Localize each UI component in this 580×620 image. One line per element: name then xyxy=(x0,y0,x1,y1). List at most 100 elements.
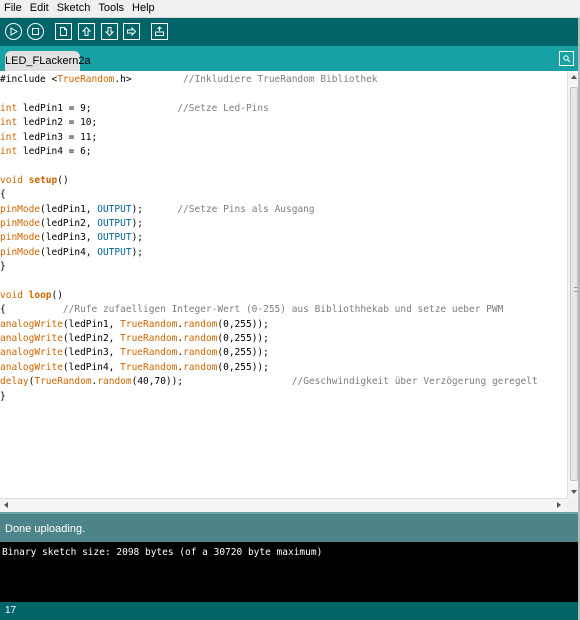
scroll-thumb[interactable] xyxy=(570,87,579,481)
code-token-plain: (ledPin2, xyxy=(62,333,121,345)
scroll-right-icon[interactable] xyxy=(557,502,561,508)
code-line: analogWrite(ledPin4, TrueRandom.random(0… xyxy=(0,361,567,375)
code-token-keyword: void xyxy=(0,174,23,186)
save-arrow-down-icon xyxy=(104,27,115,37)
code-token-keyword: int xyxy=(0,117,18,129)
status-message: Done uploading. xyxy=(5,523,86,535)
code-token-plain: (ledPin4, xyxy=(40,246,98,258)
code-token-plain: ); xyxy=(131,217,144,229)
code-token-plain: } xyxy=(0,261,6,273)
open-arrow-up-icon xyxy=(81,26,92,36)
code-token-keyword: TrueRandom xyxy=(120,361,178,373)
code-token-plain: { xyxy=(0,304,63,316)
footer-bar: 17 xyxy=(0,602,580,620)
new-button[interactable] xyxy=(55,23,72,40)
code-token-keyword: analogWrite xyxy=(0,333,63,345)
code-token-keyword: int xyxy=(0,131,18,143)
code-token-comment: //Rufe zufaelligen Integer-Wert (0-255) … xyxy=(62,304,504,316)
code-token-plain: (ledPin1, xyxy=(62,318,121,330)
horizontal-scrollbar[interactable] xyxy=(0,498,567,512)
console[interactable]: Binary sketch size: 2098 bytes (of a 307… xyxy=(0,542,580,602)
new-file-icon xyxy=(60,27,67,36)
code-line: { //Rufe zufaelligen Integer-Wert (0-255… xyxy=(0,303,567,317)
code-token-plain: (ledPin3, xyxy=(62,347,121,359)
code-token-keyword: int xyxy=(0,145,18,157)
code-line: int ledPin4 = 6; xyxy=(0,145,567,159)
code-line: analogWrite(ledPin1, TrueRandom.random(0… xyxy=(0,318,567,332)
upload-arrow-right-icon xyxy=(127,26,137,37)
code-token-keyword: void xyxy=(0,289,23,301)
code-line: analogWrite(ledPin3, TrueRandom.random(0… xyxy=(0,346,567,360)
stop-icon xyxy=(32,28,39,35)
console-output: Binary sketch size: 2098 bytes (of a 307… xyxy=(2,547,323,558)
code-token-plain: ); xyxy=(131,232,144,244)
code-token-plain: { xyxy=(0,189,6,201)
status-bar: Done uploading. xyxy=(0,512,580,542)
code-editor[interactable]: #include <TrueRandom.h> //Inkludiere Tru… xyxy=(0,71,567,498)
code-token-keyword: random xyxy=(183,318,218,330)
code-token-plain: (ledPin3, xyxy=(40,232,98,244)
verify-button[interactable] xyxy=(5,23,22,40)
menu-tools[interactable]: Tools xyxy=(94,0,128,17)
code-token-keyword: TrueRandom xyxy=(120,333,178,345)
code-token-keyword: delay xyxy=(0,376,29,388)
code-token-comment: //Setze Led-Pins xyxy=(177,102,269,114)
code-token-keyword: random xyxy=(183,347,218,359)
code-token-plain: (ledPin2, xyxy=(40,217,98,229)
menu-edit[interactable]: Edit xyxy=(26,0,53,17)
code-token-keyword: TrueRandom xyxy=(34,376,92,388)
code-token-keyword: analogWrite xyxy=(0,318,63,330)
code-line: int ledPin3 = 11; xyxy=(0,131,567,145)
code-token-keyword: TrueRandom xyxy=(57,74,115,85)
menu-sketch[interactable]: Sketch xyxy=(53,0,95,17)
upload-button[interactable] xyxy=(123,23,140,40)
code-line: pinMode(ledPin1, OUTPUT); //Setze Pins a… xyxy=(0,203,567,217)
code-token-keyword2: loop xyxy=(28,289,52,301)
scroll-up-icon[interactable] xyxy=(571,75,577,79)
code-line: } xyxy=(0,390,567,404)
code-token-plain: (0,255)); xyxy=(217,361,269,373)
line-number: 17 xyxy=(5,605,17,616)
serial-monitor-magnifier-icon xyxy=(563,55,571,63)
stop-button[interactable] xyxy=(27,23,44,40)
code-line: pinMode(ledPin4, OUTPUT); xyxy=(0,246,567,260)
save-button[interactable] xyxy=(101,23,118,40)
code-token-keyword: pinMode xyxy=(0,217,41,229)
serial-monitor-toolbar-button[interactable] xyxy=(151,23,168,40)
menu-help[interactable]: Help xyxy=(128,0,159,17)
code-line: } xyxy=(0,260,567,274)
code-token-keyword: pinMode xyxy=(0,246,41,258)
code-token-constant: OUTPUT xyxy=(97,246,132,258)
code-line: void setup() xyxy=(0,174,567,188)
code-token-plain: ); xyxy=(131,203,178,215)
scroll-left-icon[interactable] xyxy=(4,502,8,508)
code-token-plain: (0,255)); xyxy=(217,347,269,359)
code-line: int ledPin2 = 10; xyxy=(0,116,567,130)
code-token-plain: (ledPin1, xyxy=(40,203,98,215)
code-token-keyword: pinMode xyxy=(0,203,41,215)
serial-monitor-icon xyxy=(155,26,164,36)
code-token-plain: (ledPin4, xyxy=(62,361,121,373)
code-line: analogWrite(ledPin2, TrueRandom.random(0… xyxy=(0,332,567,346)
code-token-plain: () xyxy=(51,289,63,301)
code-line: pinMode(ledPin2, OUTPUT); xyxy=(0,217,567,231)
serial-monitor-button[interactable] xyxy=(559,51,574,66)
code-token-plain: ledPin1 = 9; xyxy=(17,102,178,114)
code-token-plain: (0,255)); xyxy=(217,333,269,345)
code-line: #include <TrueRandom.h> //Inkludiere Tru… xyxy=(0,73,567,87)
code-token-keyword: int xyxy=(0,102,18,114)
code-token-plain: ledPin4 = 6; xyxy=(17,145,92,157)
code-token-constant: OUTPUT xyxy=(97,217,132,229)
open-button[interactable] xyxy=(78,23,95,40)
code-text: #include <TrueRandom.h> //Inkludiere Tru… xyxy=(0,71,567,404)
menu-file[interactable]: File xyxy=(0,0,26,17)
code-token-plain: .h> xyxy=(114,74,184,85)
code-token-plain: #include < xyxy=(0,74,58,85)
code-token-plain: ); xyxy=(131,246,144,258)
tab-sketch[interactable]: LED_FLackern2a xyxy=(5,51,91,71)
scroll-down-icon[interactable] xyxy=(571,490,577,494)
code-token-keyword: analogWrite xyxy=(0,361,63,373)
code-token-keyword: TrueRandom xyxy=(120,318,178,330)
